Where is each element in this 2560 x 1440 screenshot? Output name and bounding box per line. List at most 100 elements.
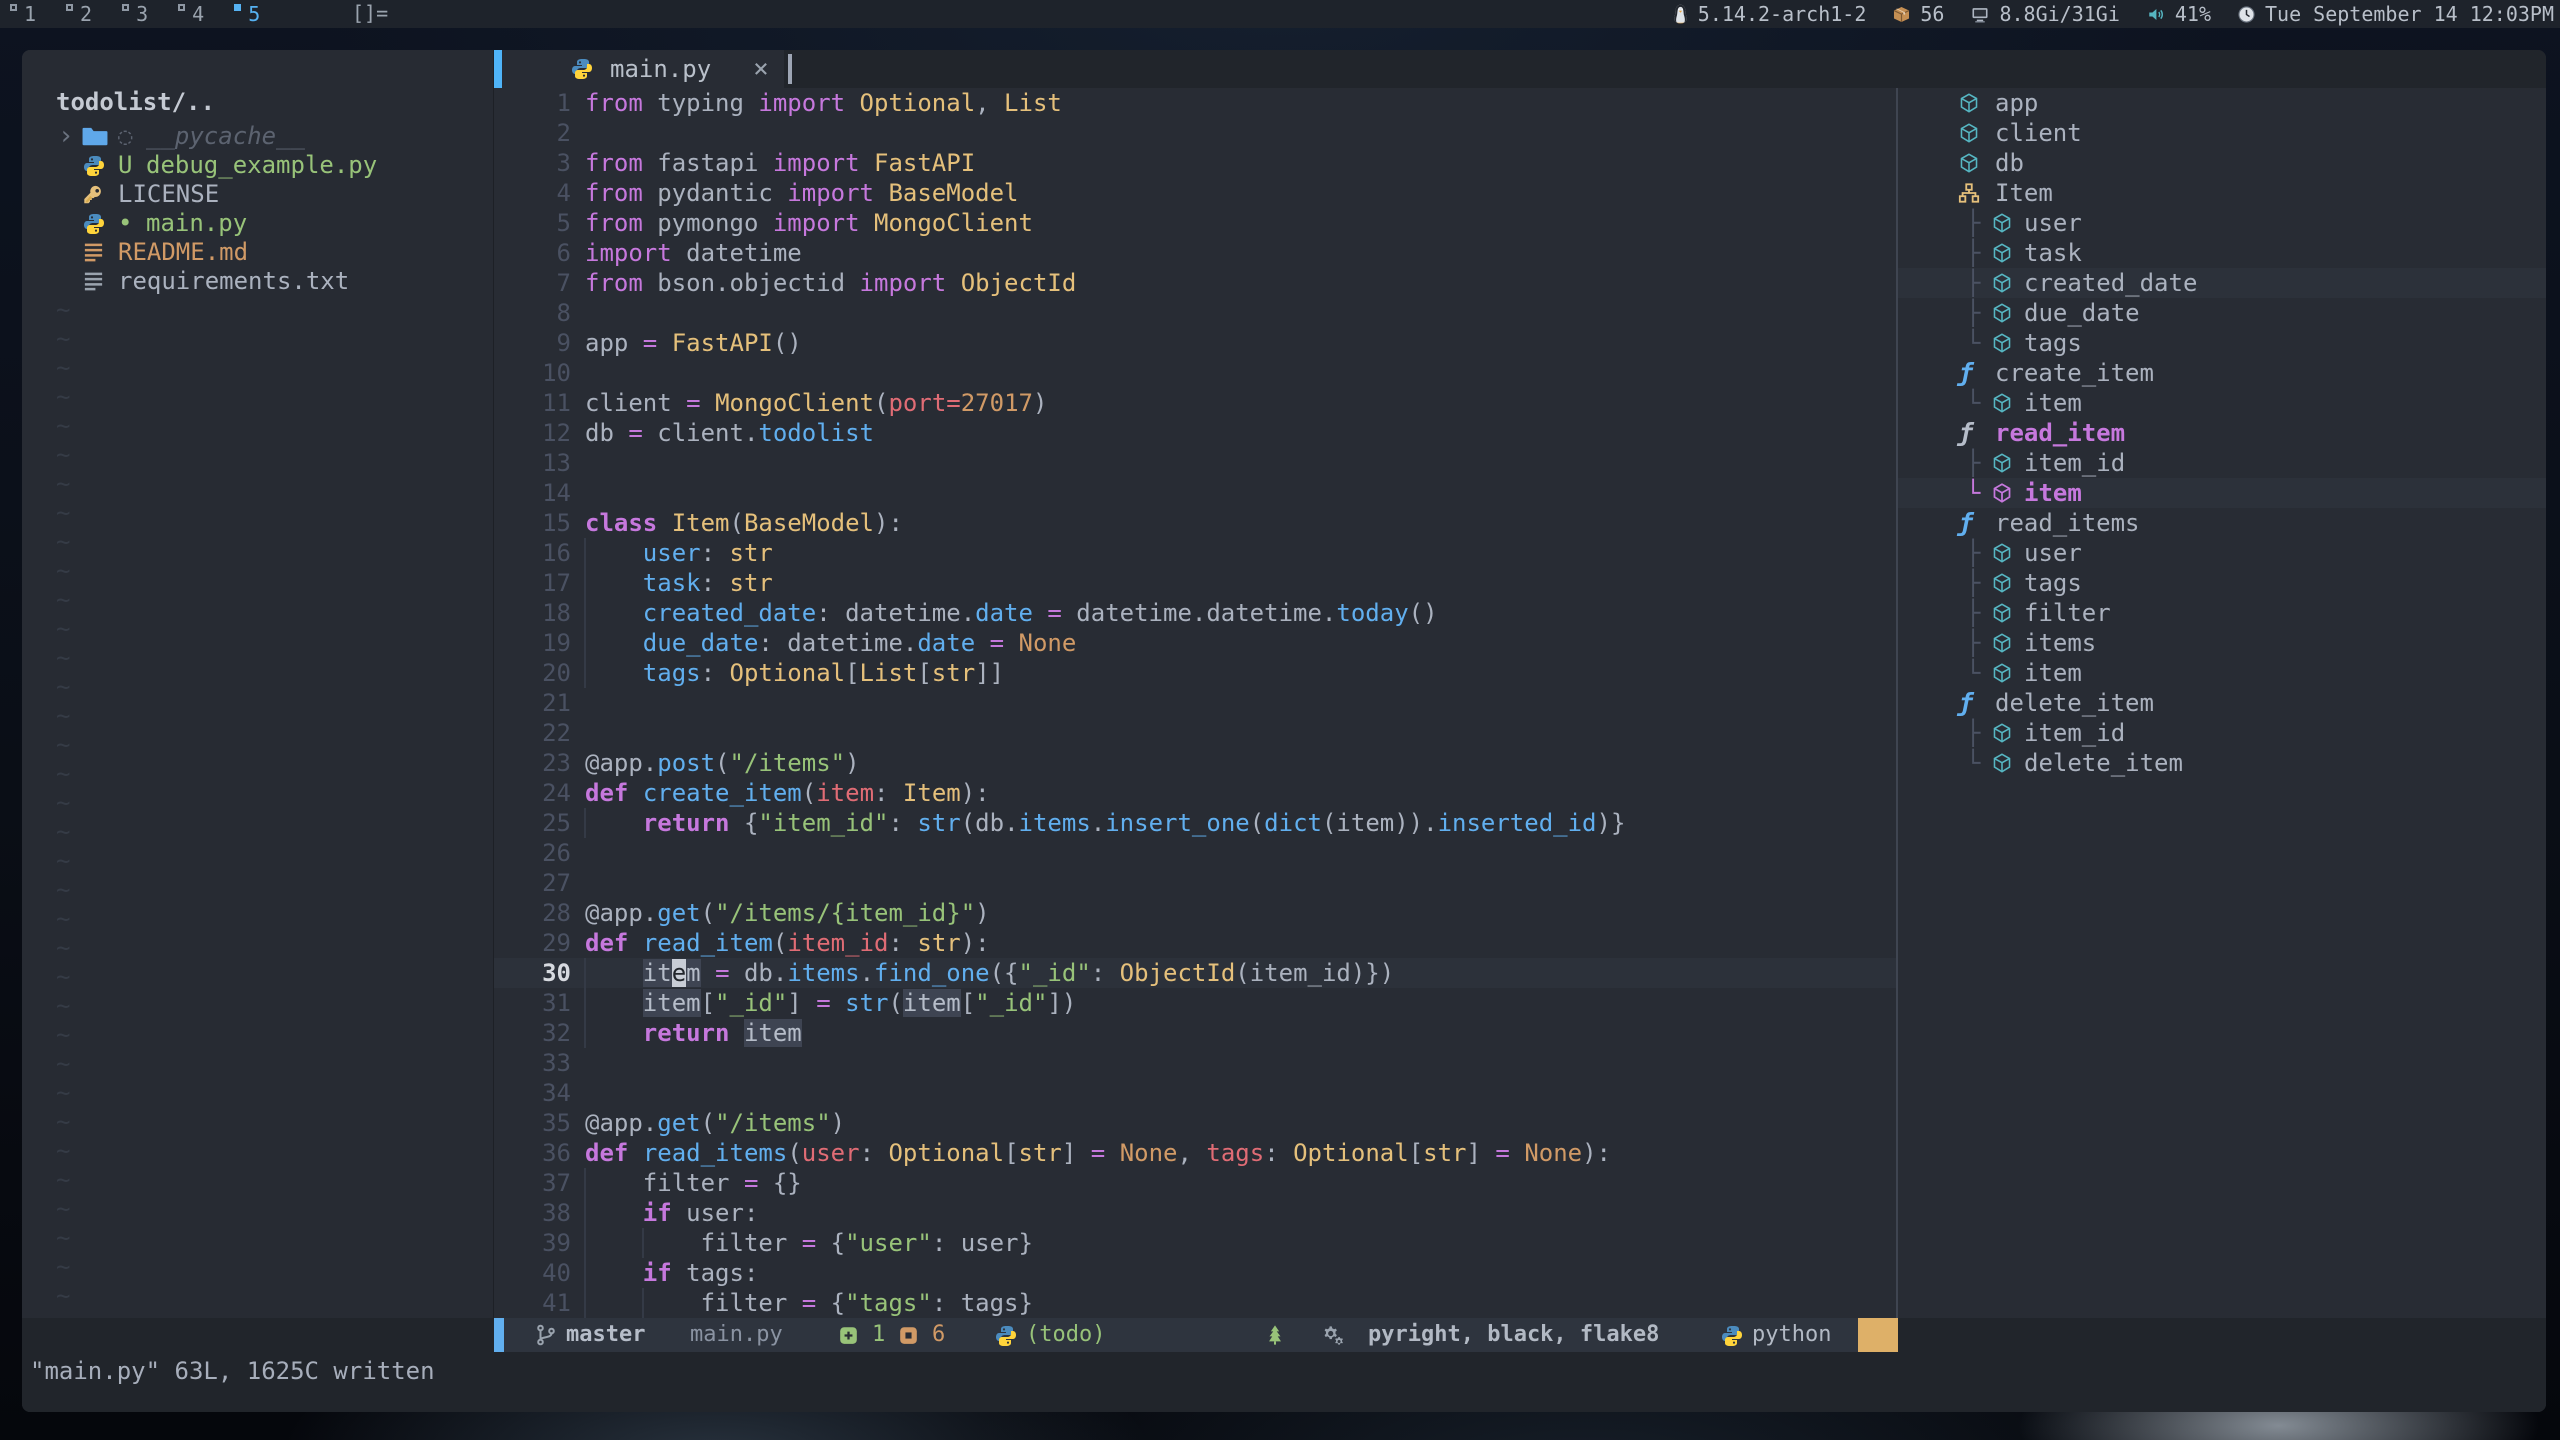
code-line-25[interactable]: 25 return {"item_id": str(db.items.inser… xyxy=(494,808,1896,838)
code-line-7[interactable]: 7from bson.objectid import ObjectId xyxy=(494,268,1896,298)
outline-item-task[interactable]: ├task xyxy=(1898,238,2546,268)
tree-item-debug_example.py[interactable]: Udebug_example.py xyxy=(22,151,494,180)
tab-close-icon[interactable]: × xyxy=(753,54,769,84)
code-line-31[interactable]: 31 item["_id"] = str(item["_id"]) xyxy=(494,988,1896,1018)
workspace-1[interactable]: 1 xyxy=(10,1,36,27)
code-text: tags: Optional[List[str]] xyxy=(585,658,1004,688)
workspace-3[interactable]: 3 xyxy=(122,1,148,27)
code-line-20[interactable]: 20 tags: Optional[List[str]] xyxy=(494,658,1896,688)
code-line-33[interactable]: 33 xyxy=(494,1048,1896,1078)
tree-item-main.py[interactable]: •main.py xyxy=(22,209,494,238)
code-line-23[interactable]: 23@app.post("/items") xyxy=(494,748,1896,778)
layout-indicator: []= xyxy=(352,0,388,26)
code-line-34[interactable]: 34 xyxy=(494,1078,1896,1108)
outline-item-user[interactable]: ├user xyxy=(1898,208,2546,238)
workspace-5[interactable]: 5 xyxy=(234,1,260,27)
outline-item-client[interactable]: client xyxy=(1898,118,2546,148)
python-icon xyxy=(1720,1324,1744,1348)
outline-item-app[interactable]: app xyxy=(1898,88,2546,118)
code-line-30[interactable]: 30 item = db.items.find_one({"_id": Obje… xyxy=(494,958,1896,988)
code-line-11[interactable]: 11client = MongoClient(port=27017) xyxy=(494,388,1896,418)
code-line-36[interactable]: 36def read_items(user: Optional[str] = N… xyxy=(494,1138,1896,1168)
code-line-3[interactable]: 3from fastapi import FastAPI xyxy=(494,148,1896,178)
code-line-41[interactable]: 41 filter = {"tags": tags} xyxy=(494,1288,1896,1318)
code-line-2[interactable]: 2 xyxy=(494,118,1896,148)
code-line-39[interactable]: 39 filter = {"user": user} xyxy=(494,1228,1896,1258)
status-text: 56 xyxy=(1920,2,1944,26)
variable-cube-icon xyxy=(1991,212,2013,234)
code-line-28[interactable]: 28@app.get("/items/{item_id}") xyxy=(494,898,1896,928)
code-line-16[interactable]: 16 user: str xyxy=(494,538,1896,568)
outline-item-user[interactable]: ├user xyxy=(1898,538,2546,568)
code-text: def create_item(item: Item): xyxy=(585,778,990,808)
symbols-outline-panel[interactable]: appclientdbItem├user├task├created_date├d… xyxy=(1898,88,2546,1318)
outline-item-Item[interactable]: Item xyxy=(1898,178,2546,208)
code-line-9[interactable]: 9app = FastAPI() xyxy=(494,328,1896,358)
outline-item-item_id[interactable]: ├item_id xyxy=(1898,718,2546,748)
code-line-14[interactable]: 14 xyxy=(494,478,1896,508)
workspace-4[interactable]: 4 xyxy=(178,1,204,27)
code-line-35[interactable]: 35@app.get("/items") xyxy=(494,1108,1896,1138)
variable-cube-icon xyxy=(1991,392,2013,414)
code-line-18[interactable]: 18 created_date: datetime.date = datetim… xyxy=(494,598,1896,628)
tree-guide: ├ xyxy=(1966,298,1980,328)
outline-item-filter[interactable]: ├filter xyxy=(1898,598,2546,628)
tree-item-requirements.txt[interactable]: requirements.txt xyxy=(22,267,494,296)
tree-item-__pycache__[interactable]: ›◌__pycache__ xyxy=(22,122,494,151)
tree-item-LICENSE[interactable]: LICENSE xyxy=(22,180,494,209)
outline-item-items[interactable]: ├items xyxy=(1898,628,2546,658)
tree-item-README.md[interactable]: README.md xyxy=(22,238,494,267)
terminal-window: todolist/.. ›◌__pycache__Udebug_example.… xyxy=(22,50,2546,1412)
file-tree-panel[interactable]: todolist/.. ›◌__pycache__Udebug_example.… xyxy=(22,50,494,1318)
tree-guide: ├ xyxy=(1966,628,1980,658)
workspace-indicator-square xyxy=(66,4,73,11)
code-line-21[interactable]: 21 xyxy=(494,688,1896,718)
line-number: 36 xyxy=(494,1138,571,1168)
outline-item-item[interactable]: └item xyxy=(1898,658,2546,688)
code-line-10[interactable]: 10 xyxy=(494,358,1896,388)
tab-main-py[interactable]: main.py × xyxy=(502,50,784,88)
outline-item-item_id[interactable]: ├item_id xyxy=(1898,448,2546,478)
code-line-24[interactable]: 24def create_item(item: Item): xyxy=(494,778,1896,808)
code-line-12[interactable]: 12db = client.todolist xyxy=(494,418,1896,448)
code-line-17[interactable]: 17 task: str xyxy=(494,568,1896,598)
code-line-22[interactable]: 22 xyxy=(494,718,1896,748)
outline-item-read_items[interactable]: ƒread_items xyxy=(1898,508,2546,538)
outline-item-due_date[interactable]: ├due_date xyxy=(1898,298,2546,328)
code-line-19[interactable]: 19 due_date: datetime.date = None xyxy=(494,628,1896,658)
code-line-29[interactable]: 29def read_item(item_id: str): xyxy=(494,928,1896,958)
outline-item-tags[interactable]: ├tags xyxy=(1898,568,2546,598)
code-line-4[interactable]: 4from pydantic import BaseModel xyxy=(494,178,1896,208)
line-number: 23 xyxy=(494,748,571,778)
outline-item-tags[interactable]: └tags xyxy=(1898,328,2546,358)
code-line-40[interactable]: 40 if tags: xyxy=(494,1258,1896,1288)
outline-item-created_date[interactable]: ├created_date xyxy=(1898,268,2546,298)
outline-item-item[interactable]: └item xyxy=(1898,388,2546,418)
tree-guide: ├ xyxy=(1966,238,1980,268)
code-line-8[interactable]: 8 xyxy=(494,298,1896,328)
outline-item-delete_item[interactable]: ƒdelete_item xyxy=(1898,688,2546,718)
code-line-15[interactable]: 15class Item(BaseModel): xyxy=(494,508,1896,538)
outline-item-delete_item[interactable]: └delete_item xyxy=(1898,748,2546,778)
code-line-1[interactable]: 1from typing import Optional, List xyxy=(494,88,1896,118)
empty-line-tilde: ~ xyxy=(56,296,70,325)
outline-item-item[interactable]: └item xyxy=(1898,478,2546,508)
code-line-38[interactable]: 38 if user: xyxy=(494,1198,1896,1228)
outline-label: item xyxy=(2024,388,2082,418)
code-line-13[interactable]: 13 xyxy=(494,448,1896,478)
code-line-37[interactable]: 37 filter = {} xyxy=(494,1168,1896,1198)
outline-item-db[interactable]: db xyxy=(1898,148,2546,178)
workspace-2[interactable]: 2 xyxy=(66,1,92,27)
code-line-26[interactable]: 26 xyxy=(494,838,1896,868)
outline-item-create_item[interactable]: ƒcreate_item xyxy=(1898,358,2546,388)
outline-item-read_item[interactable]: ƒread_item xyxy=(1898,418,2546,448)
chevron-right-icon[interactable]: › xyxy=(58,122,74,151)
git-changed-count: 6 xyxy=(932,1318,945,1352)
code-line-5[interactable]: 5from pymongo import MongoClient xyxy=(494,208,1896,238)
empty-line-tilde: ~ xyxy=(56,1021,70,1050)
code-line-27[interactable]: 27 xyxy=(494,868,1896,898)
code-line-32[interactable]: 32 return item xyxy=(494,1018,1896,1048)
code-line-6[interactable]: 6import datetime xyxy=(494,238,1896,268)
command-line[interactable]: "main.py" 63L, 1625C written xyxy=(22,1352,2546,1412)
tree-guide: └ xyxy=(1966,328,1980,358)
